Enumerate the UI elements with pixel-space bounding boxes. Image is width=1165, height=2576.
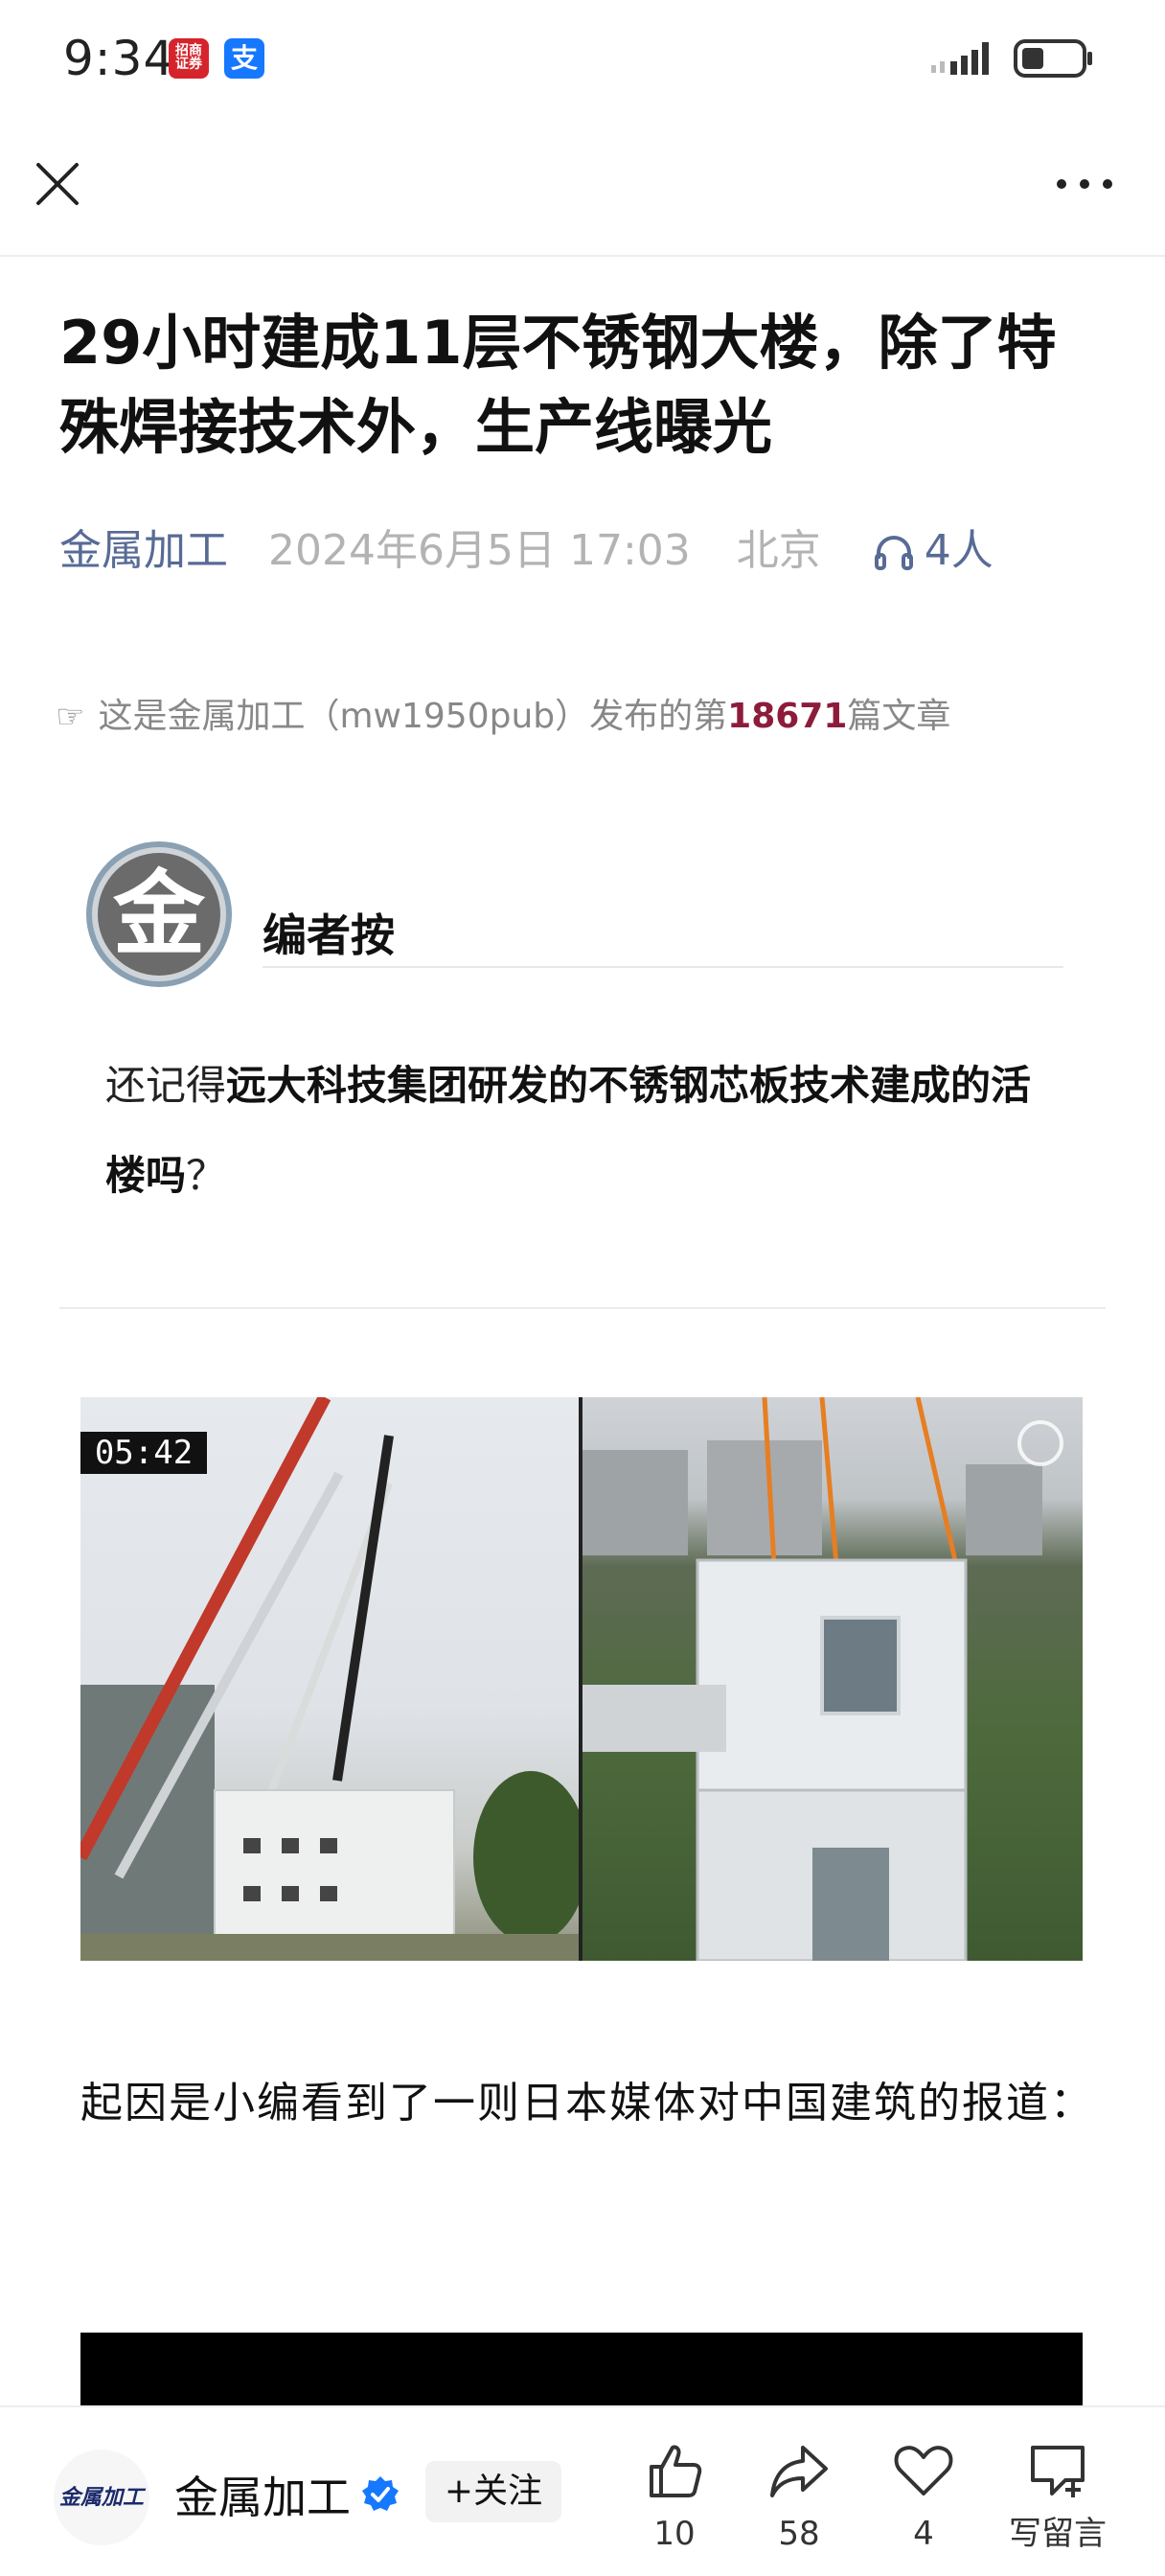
favorite-count: 4 [913, 2515, 934, 2553]
close-icon[interactable] [31, 157, 84, 211]
like-count: 10 [653, 2515, 696, 2553]
signal-icon [931, 42, 989, 75]
editor-text-bold: 远大科技集团研发的不锈钢芯板技术建成的活楼吗 [105, 1062, 1032, 1199]
notice-number: 18671 [727, 697, 848, 736]
video-player-2[interactable] [80, 2333, 1083, 2409]
comment-button[interactable]: 写留言 [991, 2440, 1125, 2564]
heart-icon [894, 2446, 953, 2496]
headphones-icon [874, 536, 913, 570]
battery-icon [1014, 39, 1092, 78]
comment-icon [1031, 2446, 1085, 2497]
author-link[interactable]: 金属加工 [59, 526, 228, 575]
favorite-button[interactable]: 4 [866, 2440, 981, 2564]
article-number-notice: ☞ 这是金属加工（mw1950pub）发布的第18671篇文章 [56, 690, 950, 744]
article-paragraph: 起因是小编看到了一则日本媒体对中国建筑的报道： [80, 2079, 1094, 2128]
listen-button[interactable]: 4人 [873, 518, 994, 585]
listener-count: 4人 [924, 526, 994, 575]
thumbs-up-icon [650, 2445, 702, 2497]
module-lifting-scene [582, 1397, 1063, 1961]
like-button[interactable]: 10 [617, 2440, 732, 2564]
alipay-app-icon: 支 [224, 38, 264, 79]
editor-note-text: 还记得远大科技集团研发的不锈钢芯板技术建成的活楼吗？ [105, 1041, 1063, 1221]
more-icon[interactable] [1050, 157, 1119, 211]
article-title: 29小时建成11层不锈钢大楼，除了特殊焊接技术外，生产线曝光 [59, 308, 1057, 462]
follow-button[interactable]: +关注 [425, 2461, 561, 2522]
editor-note-divider [263, 966, 1063, 968]
article-meta: 金属加工 2024年6月5日 17:03 北京 4人 [59, 518, 994, 585]
video-frame-left [80, 1397, 588, 1961]
publish-date: 2024年6月5日 17:03 [268, 526, 691, 575]
verified-badge-icon [362, 2476, 399, 2511]
avatar-glyph: 金 [113, 860, 205, 968]
bottom-action-bar: 金属加工 金属加工 +关注 10 58 4 写留言 [0, 2405, 1165, 2576]
video-frame-right [582, 1397, 1083, 1961]
share-count: 58 [778, 2515, 820, 2553]
comment-label: 写留言 [1009, 2515, 1107, 2553]
share-button[interactable]: 58 [742, 2440, 857, 2564]
editor-text-end: ？ [186, 1152, 227, 1199]
section-divider [59, 1307, 1106, 1309]
editor-text-plain: 还记得 [105, 1062, 227, 1109]
account-name[interactable]: 金属加工 [174, 2463, 351, 2526]
notice-suffix: 篇文章 [847, 697, 951, 736]
top-navigation [0, 115, 1165, 257]
account-logo[interactable]: 金属加工 [54, 2450, 149, 2545]
status-bar: 9:34 招商 证券 支 [0, 0, 1165, 115]
securities-app-icon: 招商 证券 [169, 38, 209, 79]
share-icon [770, 2446, 828, 2497]
publish-location: 北京 [736, 526, 821, 575]
article-page: 9:34 招商 证券 支 29小时建成11层不锈钢大楼，除了特殊焊接技术外，生产… [0, 0, 1165, 2576]
notice-prefix: 这是金属加工（mw1950pub）发布的第 [98, 697, 728, 736]
status-time: 9:34 [63, 31, 175, 86]
editor-avatar: 金 [86, 841, 232, 987]
video-player[interactable]: 05:42 [80, 1397, 1083, 1961]
pointing-hand-icon: ☞ [56, 698, 85, 736]
editor-note-label: 编者按 [263, 909, 395, 961]
crane-construction-scene [80, 1397, 588, 1961]
video-duration: 05:42 [80, 1432, 207, 1474]
